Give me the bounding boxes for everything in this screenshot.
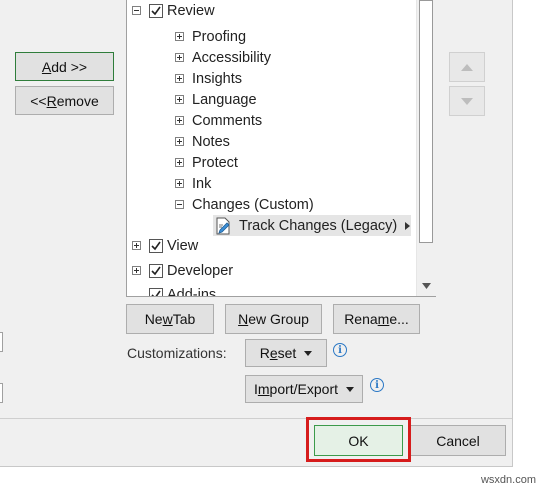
tree-item-comments[interactable]: Comments [175,110,262,131]
submenu-arrow-icon [405,221,411,230]
expand-icon[interactable] [175,158,184,167]
tree-item-insights[interactable]: Insights [175,68,242,89]
remove-button[interactable]: << Remove [15,86,114,115]
scrollbar-thumb[interactable] [419,0,433,243]
tree-item-view[interactable]: View [132,235,198,256]
tree-item-changes-custom[interactable]: Changes (Custom) [175,194,314,215]
checkbox-view[interactable] [149,238,163,253]
tree-item-proofing[interactable]: Proofing [175,26,246,47]
ribbon-tabs-tree[interactable]: Review Proofing Accessibility Insights L… [126,0,436,297]
expand-icon[interactable] [132,266,141,275]
footer-divider [0,418,512,419]
expand-icon[interactable] [175,74,184,83]
watermark: wsxdn.com [480,474,536,486]
tree-item-notes[interactable]: Notes [175,131,230,152]
expand-icon[interactable] [175,137,184,146]
customizations-label: Customizations: [127,345,227,361]
checkbox-review[interactable] [149,3,163,18]
expand-icon[interactable] [175,32,184,41]
dropdown-arrow-icon [346,386,355,392]
rename-button[interactable]: Rena m e... [333,304,420,334]
checkbox-developer[interactable] [149,263,163,278]
import-export-dropdown[interactable]: Im port/Export [245,375,363,403]
tree-item-language[interactable]: Language [175,89,257,110]
move-down-arrow-icon [461,97,473,105]
collapse-icon[interactable] [132,6,141,15]
info-icon[interactable]: i [370,378,384,392]
reset-dropdown[interactable]: Re set [245,339,327,367]
info-icon[interactable]: i [333,343,347,357]
tree-item-protect[interactable]: Protect [175,152,238,173]
customize-ribbon-dialog: Add >> << Remove Review Proofing Accessi… [0,0,513,467]
expand-icon[interactable] [175,179,184,188]
tree-label: Review [167,2,215,19]
collapse-icon[interactable] [175,200,184,209]
track-changes-icon [215,217,233,235]
dropdown-arrow-icon [304,350,313,356]
ok-highlight-frame [306,417,411,462]
left-list-edge-2 [0,383,3,403]
expand-icon[interactable] [175,53,184,62]
left-list-edge [0,332,3,352]
new-tab-button[interactable]: Ne w Tab [126,304,214,334]
add-button[interactable]: Add >> [15,52,114,81]
move-up-arrow-icon [461,63,473,71]
cancel-button[interactable]: Cancel [410,425,506,456]
scroll-down-arrow-icon[interactable] [418,277,435,294]
tree-scrollbar[interactable] [416,0,436,296]
move-up-button[interactable] [449,52,485,82]
tree-item-ink[interactable]: Ink [175,173,211,194]
tree-item-addins[interactable]: Add-ins [132,284,216,296]
tree-item-developer[interactable]: Developer [132,260,233,281]
move-down-button[interactable] [449,86,485,116]
tree-item-review[interactable]: Review [132,0,215,21]
expand-icon[interactable] [175,116,184,125]
expand-icon[interactable] [175,95,184,104]
tree-item-track-changes[interactable]: Track Changes (Legacy) [213,215,411,236]
expand-icon[interactable] [132,241,141,250]
checkbox-addins[interactable] [149,287,163,296]
new-group-button[interactable]: New Group [225,304,322,334]
tree-item-accessibility[interactable]: Accessibility [175,47,271,68]
